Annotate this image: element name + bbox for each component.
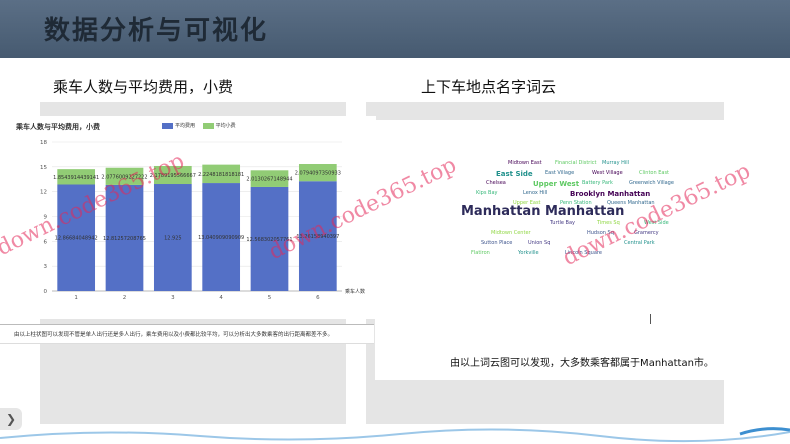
wordcloud-word: Penn Station (560, 200, 592, 206)
x-tick-label: 3 (171, 295, 175, 301)
y-tick-label: 3 (44, 264, 48, 270)
x-tick-label: 1 (74, 295, 78, 301)
right-section-heading: 上下车地点名字词云 (421, 78, 557, 96)
wordcloud-word: Clinton East (639, 170, 670, 176)
wordcloud-word: Financial District (555, 160, 597, 166)
wordcloud-word: Yorkville (518, 250, 539, 256)
x-tick-label: 6 (316, 295, 320, 301)
wordcloud-word: Kips Bay (476, 190, 498, 196)
wordcloud-word: Greenwich Village (629, 180, 674, 186)
data-label-tip: 2.2248181818181 (198, 172, 244, 178)
data-label-fee: 12.86684048942 (55, 236, 98, 242)
wordcloud-word: East Village (545, 170, 575, 176)
data-label-fee: 13.040909090909 (198, 235, 244, 241)
data-label-tip: 2.0794097350933 (295, 171, 341, 177)
x-tick-label: 2 (123, 295, 127, 301)
chart-note: 由以上柱状图可以发现不管是单人出行还是多人出行，乘车费用以及小费都比较平均，可以… (0, 324, 374, 344)
data-label-fee: 12.925 (164, 236, 182, 242)
left-section-heading: 乘车人数与平均费用，小费 (53, 78, 234, 96)
y-tick-label: 15 (40, 165, 47, 171)
wordcloud-word: Upper East (513, 200, 541, 206)
wordcloud-word: Brooklyn Manhattan (570, 190, 651, 198)
x-tick-label: 5 (268, 295, 272, 301)
data-label-fee: 12.81257208765 (103, 236, 146, 242)
wordcloud-word: West Village (592, 170, 623, 176)
y-tick-label: 18 (40, 140, 47, 146)
wordcloud-word: Battery Park (582, 180, 613, 186)
wordcloud-word: Sutton Place (481, 240, 513, 246)
wordcloud-word: Chelsea (486, 180, 506, 186)
data-label-tip: 1.8543914439141 (53, 175, 99, 181)
wordcloud-caption: 由以上词云图可以发现，大多数乘客都属于Manhattan市。 (450, 358, 714, 369)
wordcloud-word: Turtle Bay (550, 220, 575, 226)
wordcloud-word: Union Sq (528, 240, 551, 246)
page-title: 数据分析与可视化 (44, 16, 269, 46)
wordcloud-word: Flatiron (471, 250, 490, 256)
x-axis-label: 乘车人数 (345, 288, 365, 295)
wordcloud-word: Murray Hill (602, 160, 630, 166)
text-cursor (650, 314, 651, 324)
bottom-wave-decoration (0, 427, 790, 443)
wordcloud-word: Midtown East (508, 160, 542, 166)
x-tick-label: 4 (219, 295, 223, 301)
y-tick-label: 0 (44, 289, 48, 295)
header-banner: 数据分析与可视化 (0, 0, 790, 58)
wordcloud-word: Upper West (533, 180, 580, 188)
wordcloud-word: Midtown Center (491, 230, 531, 236)
wordcloud-word: Manhattan Manhattan (461, 204, 625, 219)
data-label-tip: 2.0130267148944 (246, 177, 292, 183)
y-tick-label: 12 (40, 190, 47, 196)
wordcloud-word: East Side (496, 170, 533, 178)
wordcloud-word: Lenox Hill (523, 190, 548, 196)
